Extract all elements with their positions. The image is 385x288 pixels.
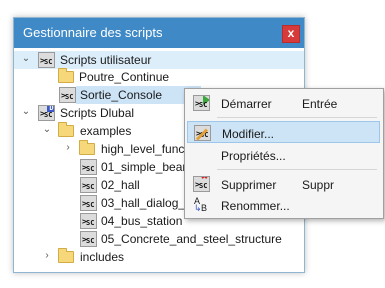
edit-script-icon: > SC	[194, 125, 211, 141]
close-button[interactable]: x	[282, 25, 300, 43]
menu-item-demarrer[interactable]: > SC Démarrer Entrée	[187, 92, 380, 114]
chevron-down-icon[interactable]: ⌄	[41, 124, 53, 136]
folder-icon	[58, 122, 74, 137]
dlubal-script-group-icon: D > SC	[38, 105, 55, 121]
script-icon: > SC	[80, 177, 97, 193]
menu-item-shortcut: Entrée	[302, 97, 338, 111]
menu-item-supprimer[interactable]: ✖ > SC Supprimer Suppr	[187, 173, 380, 195]
tree-item-label: 03_hall_dialog_in	[101, 196, 195, 210]
tree-item-label: 02_hall	[101, 178, 140, 192]
menu-item-label: Supprimer	[221, 178, 277, 192]
tree-item-includes[interactable]: › includes	[14, 248, 304, 266]
tree-item-label: 01_simple_beam	[101, 160, 193, 174]
title-bar[interactable]: Gestionnaire des scripts x	[14, 18, 304, 48]
script-icon: > SC	[80, 195, 97, 211]
tree-item-label: includes	[80, 250, 125, 264]
script-icon: > SC	[80, 159, 97, 175]
tree-item-label: examples	[80, 124, 132, 138]
script-icon: > SC	[80, 231, 97, 247]
script-group-icon: > SC	[38, 52, 55, 68]
folder-icon	[58, 248, 74, 263]
chevron-right-icon[interactable]: ›	[41, 250, 53, 262]
tree-item-label: Sortie_Console	[80, 88, 163, 102]
tree-item-label: 05_Concrete_and_steel_structure	[101, 232, 282, 246]
folder-icon	[79, 140, 95, 155]
chevron-down-icon[interactable]: ⌄	[20, 53, 32, 65]
tree-item-label: Scripts Dlubal	[60, 106, 135, 120]
menu-item-label: Démarrer	[221, 97, 272, 111]
menu-item-label: Renommer...	[221, 199, 290, 213]
folder-icon	[58, 68, 74, 83]
menu-item-renommer[interactable]: A ↳ B Renommer...	[187, 194, 380, 216]
tree-item-label: Scripts utilisateur	[60, 53, 152, 67]
tree-item-05-concrete-steel[interactable]: > SC 05_Concrete_and_steel_structure	[14, 230, 304, 248]
run-script-icon: > SC	[193, 95, 210, 111]
menu-item-label: Modifier...	[222, 127, 275, 141]
tree-item-poutre-continue[interactable]: Poutre_Continue	[14, 68, 304, 86]
delete-script-icon: ✖ > SC	[193, 176, 210, 192]
chevron-down-icon[interactable]: ⌄	[20, 106, 32, 118]
window-title: Gestionnaire des scripts	[23, 25, 163, 40]
tree-item-label: high_level_funct	[101, 142, 188, 156]
rename-icon: A ↳ B	[194, 196, 208, 213]
menu-separator	[217, 117, 377, 118]
tree-item-label: 04_bus_station	[101, 214, 183, 228]
context-menu: > SC Démarrer Entrée > SC Modifier... Prop…	[184, 88, 384, 219]
tree-item-scripts-utilisateur[interactable]: ⌄ > SC Scripts utilisateur	[14, 51, 304, 69]
tree-item-label: Poutre_Continue	[79, 70, 170, 84]
menu-item-proprietes[interactable]: Propriétés...	[187, 144, 380, 166]
menu-item-shortcut: Suppr	[302, 178, 335, 192]
script-icon: > SC	[59, 87, 76, 103]
menu-item-label: Propriétés...	[221, 149, 286, 163]
chevron-right-icon[interactable]: ›	[62, 142, 74, 154]
menu-separator	[217, 169, 377, 170]
menu-item-modifier[interactable]: > SC Modifier...	[187, 121, 380, 143]
script-icon: > SC	[80, 213, 97, 229]
